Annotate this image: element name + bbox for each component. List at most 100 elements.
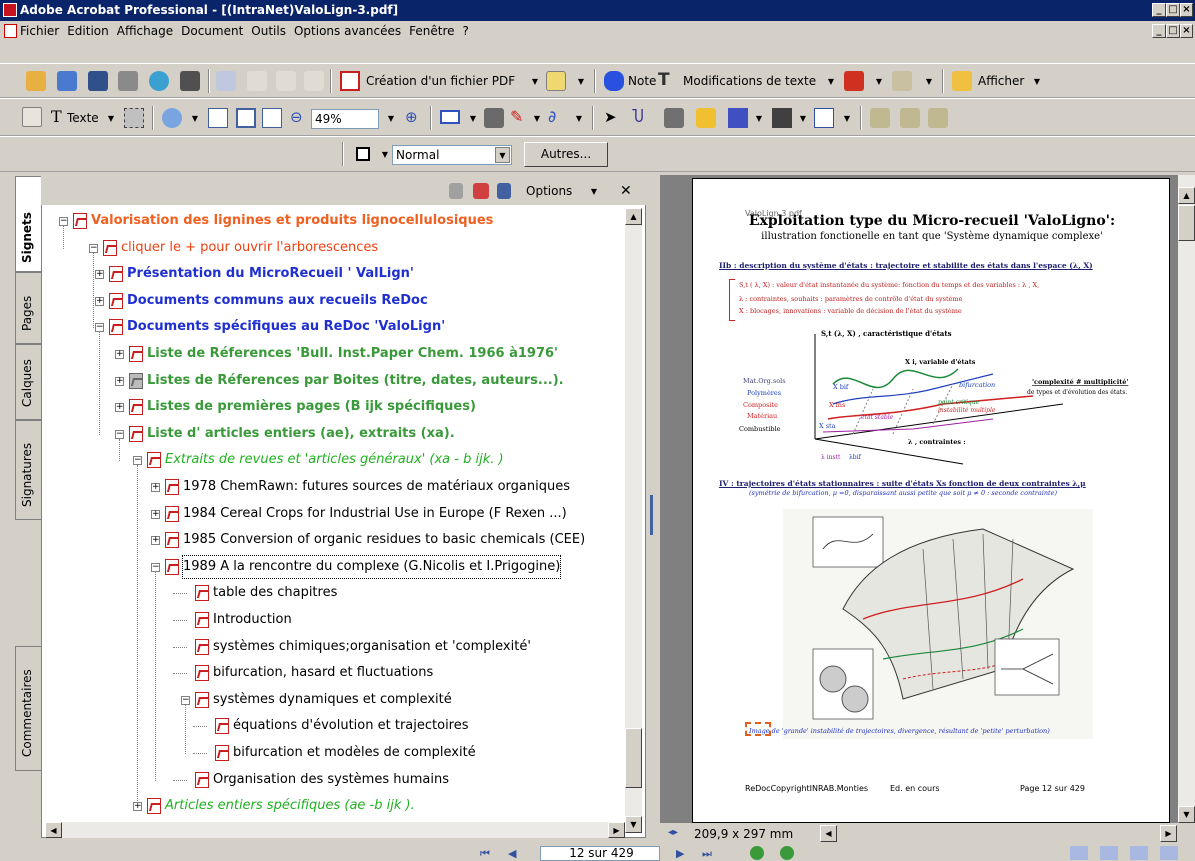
undo-icon[interactable]: [247, 71, 267, 91]
menu-item[interactable]: Document: [181, 24, 243, 38]
select-arrow-icon[interactable]: ➤: [604, 108, 617, 126]
actual-size-icon[interactable]: [208, 108, 228, 128]
snapshot-icon[interactable]: [124, 108, 144, 128]
copy-icon[interactable]: [304, 71, 324, 91]
stamp-icon[interactable]: [844, 71, 864, 91]
doc-vertical-scrollbar[interactable]: ▲ ▼: [1178, 175, 1195, 823]
bookmark-item[interactable]: Documents spécifiques au ReDoc 'ValoLign…: [127, 316, 445, 338]
others-button[interactable]: Autres...: [524, 142, 608, 167]
close-pane-icon[interactable]: ✕: [620, 183, 632, 199]
expand-icon[interactable]: +: [115, 376, 124, 386]
options-menu[interactable]: Options: [526, 184, 572, 198]
collapse-icon[interactable]: −: [95, 323, 104, 333]
menu-item[interactable]: Fichier: [20, 24, 59, 38]
bookmark-item[interactable]: Articles entiers spécifiques (ae -b ijk …: [165, 795, 415, 817]
chevron-down-icon[interactable]: ▼: [796, 112, 810, 126]
bookmark-item[interactable]: systèmes chimiques;organisation et 'comp…: [213, 636, 531, 658]
rectangle-tool-icon[interactable]: [440, 110, 460, 124]
crop-icon[interactable]: [664, 108, 684, 128]
chevron-down-icon[interactable]: ▼: [752, 112, 766, 126]
doc-minimize-button[interactable]: _: [1152, 24, 1166, 38]
create-pdf-icon[interactable]: [340, 71, 360, 91]
tab-signatures[interactable]: Signatures: [15, 420, 41, 520]
email-icon[interactable]: [149, 71, 169, 91]
bookmark-item[interactable]: Organisation des systèmes humains: [213, 769, 449, 791]
go-back-icon[interactable]: [750, 846, 764, 860]
page-number-input[interactable]: 12 sur 429: [540, 846, 660, 861]
new-bookmark-icon[interactable]: [473, 183, 489, 199]
chevron-down-icon[interactable]: ▼: [188, 112, 202, 126]
text-edits-button[interactable]: Modifications de texte: [683, 74, 816, 88]
expand-icon[interactable]: +: [151, 483, 160, 492]
tree-horizontal-scrollbar[interactable]: ◀ ▶: [45, 822, 625, 838]
tab-comments[interactable]: Commentaires: [15, 646, 41, 771]
zoom-in-icon[interactable]: [162, 108, 182, 128]
bookmark-item[interactable]: Extraits de revues et 'articles généraux…: [165, 449, 504, 471]
scroll-up-icon[interactable]: ▲: [1178, 187, 1195, 204]
bookmark-item[interactable]: 1978 ChemRawn: futures sources de matéri…: [183, 476, 570, 498]
panel-splitter[interactable]: [650, 175, 660, 861]
tree-vertical-scrollbar[interactable]: ▲ ▼: [625, 208, 642, 833]
chevron-down-icon[interactable]: ▼: [587, 185, 601, 199]
bookmark-item[interactable]: systèmes dynamiques et complexité: [213, 689, 452, 711]
chevron-down-icon[interactable]: ▼: [872, 75, 886, 89]
trash-icon[interactable]: [449, 183, 463, 199]
expand-icon[interactable]: +: [95, 270, 104, 280]
chevron-down-icon[interactable]: ▼: [530, 112, 544, 126]
maximize-button[interactable]: □: [1166, 3, 1180, 17]
minimize-button[interactable]: _: [1152, 3, 1166, 17]
last-page-icon[interactable]: ⏭: [702, 847, 712, 861]
expand-icon[interactable]: +: [115, 350, 124, 359]
show-comments-icon[interactable]: [952, 71, 972, 91]
menu-item[interactable]: Fenêtre: [409, 24, 454, 38]
collapse-icon[interactable]: −: [133, 456, 142, 466]
bookmark-item[interactable]: Liste d' articles entiers (ae), extraits…: [147, 423, 455, 445]
text-tool-icon[interactable]: T: [51, 107, 62, 126]
bookmark-item[interactable]: table des chapitres: [213, 582, 337, 604]
scroll-thumb[interactable]: [625, 728, 642, 788]
review-icon[interactable]: [546, 71, 566, 91]
bookmark-item[interactable]: Liste de Réferences 'Bull. Inst.Paper Ch…: [147, 343, 558, 365]
collapse-icon[interactable]: −: [151, 562, 160, 572]
highlight-text-icon[interactable]: [870, 108, 890, 128]
chevron-down-icon[interactable]: ▼: [922, 75, 936, 89]
continuous-icon[interactable]: [1100, 846, 1118, 860]
bookmark-item[interactable]: Introduction: [213, 609, 292, 631]
chevron-down-icon[interactable]: ▼: [574, 75, 588, 89]
menu-item[interactable]: Affichage: [117, 24, 173, 38]
expand-icon[interactable]: +: [151, 509, 160, 519]
collapse-icon[interactable]: −: [89, 243, 98, 253]
redo-icon[interactable]: [276, 71, 296, 91]
chevron-down-icon[interactable]: ▼: [1030, 75, 1044, 89]
scroll-up-icon[interactable]: ▲: [625, 208, 642, 225]
bookmark-item[interactable]: Listes de Réferences par Boites (titre, …: [147, 370, 564, 392]
note-icon[interactable]: [604, 71, 624, 91]
style-select[interactable]: Normal ▼: [392, 145, 512, 165]
scroll-right-icon[interactable]: ▶: [1160, 825, 1177, 842]
scroll-left-icon[interactable]: ◀: [820, 825, 837, 842]
bookmark-item[interactable]: Présentation du MicroRecueil ' ValLign': [127, 263, 414, 285]
measure-icon[interactable]: [814, 108, 834, 128]
bookmark-item[interactable]: 1985 Conversion of organic residues to b…: [183, 529, 585, 551]
chevron-down-icon[interactable]: ▼: [378, 148, 392, 162]
menu-item[interactable]: Options avancées: [294, 24, 401, 38]
bookmark-item[interactable]: cliquer le + pour ouvrir l'arborescences: [121, 237, 378, 259]
split-view-icon[interactable]: ◂▸: [668, 827, 678, 838]
bookmark-item[interactable]: Documents communs aux recueils ReDoc: [127, 290, 428, 312]
collapse-icon[interactable]: −: [115, 429, 124, 439]
zoom-out-icon[interactable]: ⊖: [290, 108, 303, 126]
save-icon[interactable]: [88, 71, 108, 91]
bookmark-item[interactable]: bifurcation, hasard et fluctuations: [213, 662, 433, 684]
expand-bookmark-icon[interactable]: [497, 183, 511, 199]
continuous-facing-icon[interactable]: [1160, 846, 1178, 860]
go-forward-icon[interactable]: [780, 846, 794, 860]
collapse-icon[interactable]: −: [59, 217, 68, 226]
chevron-down-icon[interactable]: ▼: [495, 147, 510, 163]
form-icon[interactable]: [728, 108, 748, 128]
doc-restore-button[interactable]: □: [1166, 24, 1180, 38]
print-icon[interactable]: [118, 71, 138, 91]
zoom-input[interactable]: 49%: [311, 109, 379, 129]
scroll-down-icon[interactable]: ▼: [1178, 806, 1195, 823]
expand-icon[interactable]: +: [151, 536, 160, 546]
text-edits-icon[interactable]: T: [658, 70, 670, 90]
